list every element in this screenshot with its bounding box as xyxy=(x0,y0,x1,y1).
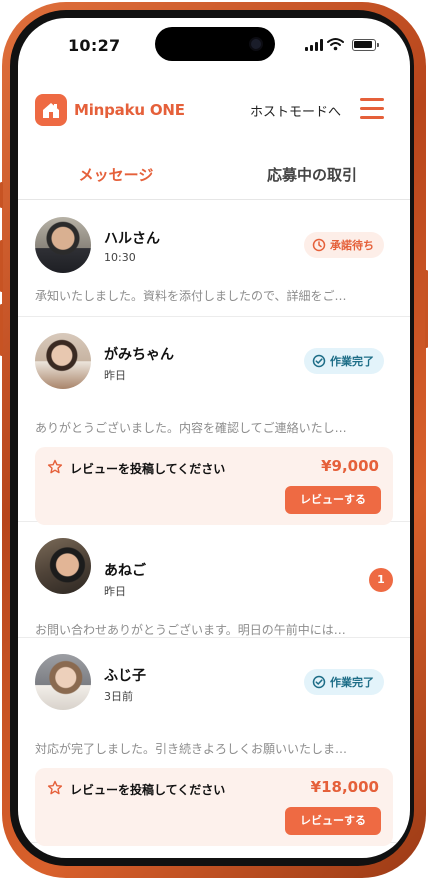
contact-name: あねご xyxy=(104,563,146,579)
check-circle-icon xyxy=(312,354,326,368)
status-bar: 10:27 xyxy=(18,18,410,72)
volume-down-button xyxy=(0,304,3,356)
screen: 10:27 Minpaku ONE ホストモードへ メッセージ 応募中の取引 ハ… xyxy=(18,18,410,858)
avatar xyxy=(35,538,91,594)
dynamic-island xyxy=(155,27,275,61)
star-icon xyxy=(47,459,63,474)
status-time: 10:27 xyxy=(68,36,121,55)
review-prompt: レビューを投稿してください xyxy=(70,462,226,476)
check-circle-icon xyxy=(312,675,326,689)
conversation-item[interactable]: ふじ子 3日前 作業完了 対応が完了しました。引き続きよろしくお願いいたしま… … xyxy=(18,638,410,846)
hamburger-icon[interactable] xyxy=(360,98,384,119)
message-time: 10:30 xyxy=(104,251,136,264)
review-request-card: レビューを投稿してください ¥18,000 レビューする xyxy=(35,768,393,846)
signal-icon xyxy=(305,39,323,51)
status-badge: 承諾待ち xyxy=(304,232,384,258)
avatar xyxy=(35,217,91,273)
contact-name: ハルさん xyxy=(104,231,160,247)
camera-icon xyxy=(249,37,263,51)
message-preview: ありがとうございました。内容を確認してご連絡いたし… xyxy=(35,421,347,435)
avatar xyxy=(35,333,91,389)
status-badge: 作業完了 xyxy=(304,669,384,695)
status-badge-label: 承諾待ち xyxy=(330,239,374,252)
app-header: Minpaku ONE ホストモードへ xyxy=(18,92,410,128)
star-icon xyxy=(47,780,63,795)
tab-messages[interactable]: メッセージ xyxy=(18,164,214,185)
message-preview: お問い合わせありがとうございます。明日の午前中には… xyxy=(35,623,346,637)
message-preview: 承知いたしました。資料を添付しましたので、詳細をご… xyxy=(35,289,347,303)
review-amount: ¥18,000 xyxy=(310,778,379,796)
battery-icon xyxy=(352,39,379,51)
review-button[interactable]: レビューする xyxy=(285,486,381,514)
status-badge-label: 作業完了 xyxy=(330,355,374,368)
avatar xyxy=(35,654,91,710)
review-prompt: レビューを投稿してください xyxy=(70,783,226,797)
status-badge-label: 作業完了 xyxy=(330,676,374,689)
wifi-icon xyxy=(327,38,344,51)
house-icon[interactable] xyxy=(35,94,67,126)
contact-name: がみちゃん xyxy=(104,347,174,363)
contact-name: ふじ子 xyxy=(104,668,146,684)
review-request-card: レビューを投稿してください ¥9,000 レビューする xyxy=(35,447,393,525)
message-preview: 対応が完了しました。引き続きよろしくお願いいたしま… xyxy=(35,742,348,756)
conversation-item[interactable]: ハルさん 10:30 承諾待ち 承知いたしました。資料を添付しましたので、詳細を… xyxy=(18,201,410,317)
action-button xyxy=(0,182,3,208)
conversation-item[interactable]: あねご 昨日 1 お問い合わせありがとうございます。明日の午前中には… xyxy=(18,522,410,638)
tab-applied-deals[interactable]: 応募中の取引 xyxy=(214,164,410,185)
unread-count-badge: 1 xyxy=(369,568,393,592)
conversation-item[interactable]: がみちゃん 昨日 作業完了 ありがとうございました。内容を確認してご連絡いたし…… xyxy=(18,317,410,525)
host-mode-link[interactable]: ホストモードへ xyxy=(250,101,341,120)
tab-bar: メッセージ 応募中の取引 xyxy=(18,158,410,200)
volume-up-button xyxy=(0,240,3,292)
status-badge: 作業完了 xyxy=(304,348,384,374)
message-time: 昨日 xyxy=(104,369,126,382)
review-button[interactable]: レビューする xyxy=(285,807,381,835)
clock-icon xyxy=(312,238,326,252)
app-title: Minpaku ONE xyxy=(74,101,185,119)
review-amount: ¥9,000 xyxy=(321,457,379,475)
message-time: 3日前 xyxy=(104,690,133,703)
message-time: 昨日 xyxy=(104,585,126,598)
